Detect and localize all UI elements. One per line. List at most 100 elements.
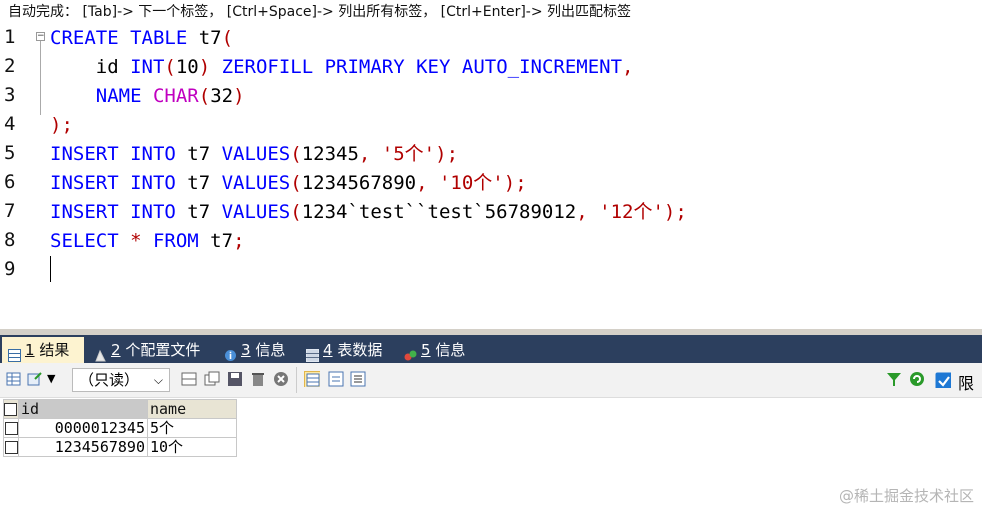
tab-table-data-label: 表数据 [332, 341, 383, 359]
save-icon[interactable] [227, 371, 243, 387]
cancel-icon[interactable] [273, 371, 289, 387]
table-row[interactable]: 1234567890 10个 [3, 437, 237, 457]
code-token: FROM [152, 230, 199, 252]
refresh-icon[interactable] [909, 371, 925, 387]
column-header-name[interactable]: name [147, 399, 237, 419]
code-token: VALUES [221, 172, 291, 194]
tab-info-2-label: 信息 [430, 341, 466, 359]
tab-table-data-number: 4 [323, 341, 333, 359]
code-line[interactable]: NAME CHAR(32) [50, 82, 245, 111]
fold-guide-line [40, 41, 41, 115]
filter-icon[interactable] [886, 371, 902, 387]
select-all-checkbox[interactable] [3, 399, 19, 419]
code-line[interactable]: ); [50, 111, 73, 140]
code-token: t7 [198, 230, 234, 252]
tab-result[interactable]: 1 结果 [2, 337, 84, 363]
line-number: 8 [4, 229, 16, 251]
row-checkbox[interactable] [3, 418, 19, 438]
grid-mode-icon[interactable] [304, 371, 320, 387]
code-token: '10个' [438, 172, 504, 194]
code-token: t7 [187, 27, 222, 49]
tab-table-data[interactable]: 4 表数据 [300, 337, 386, 363]
code-line[interactable]: INSERT INTO t7 VALUES(1234567890, '10个')… [50, 169, 527, 198]
sql-editor[interactable]: 123456789 − CREATE TABLE t7( id INT(10) … [0, 24, 982, 329]
code-token: * [118, 230, 153, 252]
form-mode-icon[interactable] [328, 371, 344, 387]
grid-view-icon[interactable] [6, 371, 22, 387]
code-token: , [358, 143, 382, 165]
code-token: ); [50, 114, 73, 136]
tab-profiles[interactable]: 2 个配置文件 [88, 337, 204, 363]
grid-header-row: id name [3, 399, 237, 419]
chevron-down-icon[interactable]: ▼ [47, 372, 55, 385]
messages-icon [404, 344, 417, 361]
tab-result-number: 1 [25, 341, 35, 359]
code-token: ); [435, 143, 459, 165]
select-arrow-icon: ⌵ [153, 373, 163, 387]
code-token: '5个' [381, 143, 436, 165]
line-number: 4 [4, 113, 16, 135]
limit-checkbox[interactable] [935, 372, 951, 388]
code-line[interactable]: INSERT INTO t7 VALUES(12345, '5个'); [50, 140, 458, 169]
code-line[interactable]: CREATE TABLE t7( [50, 24, 233, 53]
result-grid: id name 0000012345 5个 1234567890 10个 [3, 399, 237, 457]
info-icon [224, 344, 237, 361]
code-token: ); [503, 172, 527, 194]
code-line[interactable]: INSERT INTO t7 VALUES(1234`test``test`56… [50, 198, 687, 227]
column-header-id[interactable]: id [18, 399, 148, 419]
tab-info-number: 3 [241, 341, 251, 359]
insert-row-icon[interactable] [181, 371, 197, 387]
readonly-select[interactable]: （只读） ⌵ [72, 368, 170, 392]
tab-info-label: 信息 [250, 341, 286, 359]
code-token: SELECT [50, 230, 119, 252]
code-token: t7 [175, 143, 222, 165]
code-token: 32 [210, 85, 234, 107]
duplicate-row-icon[interactable] [204, 371, 220, 387]
cell-id[interactable]: 1234567890 [18, 437, 148, 457]
table-icon [306, 344, 319, 362]
code-token: , [622, 56, 634, 78]
delete-icon[interactable] [250, 371, 266, 387]
code-token: INT [130, 56, 165, 78]
tab-info[interactable]: 3 信息 [218, 337, 289, 363]
code-token: CREATE [50, 27, 119, 49]
code-token: ( [290, 172, 302, 194]
code-token: ZEROFILL PRIMARY KEY AUTO_INCREMENT [221, 56, 623, 78]
readonly-select-value: （只读） [79, 371, 140, 389]
code-token: id [50, 56, 131, 78]
code-token: ) [198, 56, 211, 78]
code-token: CHAR [152, 85, 199, 107]
code-line[interactable]: SELECT * FROM t7; [50, 227, 245, 256]
line-number: 3 [4, 84, 16, 106]
fold-toggle-icon[interactable]: − [36, 32, 45, 41]
code-token: , [576, 201, 600, 223]
code-token: t7 [175, 201, 222, 223]
code-line[interactable]: id INT(10) ZEROFILL PRIMARY KEY AUTO_INC… [50, 53, 634, 82]
code-token: TABLE [130, 27, 188, 49]
code-token: ( [221, 27, 234, 49]
toolbar-divider [296, 367, 297, 393]
line-number: 5 [4, 142, 16, 164]
export-icon[interactable] [27, 371, 43, 387]
limit-label: 限 [958, 374, 975, 393]
row-checkbox[interactable] [3, 437, 19, 457]
cell-name[interactable]: 10个 [147, 437, 237, 457]
autocomplete-hint: 自动完成： [Tab]-> 下一个标签， [Ctrl+Space]-> 列出所有… [0, 0, 982, 24]
tab-result-label: 结果 [34, 341, 70, 359]
code-token: 12345 [301, 143, 359, 165]
tab-info-2[interactable]: 5 信息 [398, 337, 469, 363]
cell-id[interactable]: 0000012345 [18, 418, 148, 438]
code-token: INSERT INTO [50, 143, 176, 165]
code-token: , [416, 172, 439, 194]
code-token: 1234567890 [301, 172, 417, 194]
code-token: ( [164, 56, 176, 78]
code-token: INSERT INTO [50, 201, 176, 223]
cell-name[interactable]: 5个 [147, 418, 237, 438]
code-token: INSERT INTO [50, 172, 176, 194]
table-row[interactable]: 0000012345 5个 [3, 418, 237, 438]
line-number: 7 [4, 200, 16, 222]
code-token: 10 [175, 56, 199, 78]
text-mode-icon[interactable] [350, 371, 366, 387]
